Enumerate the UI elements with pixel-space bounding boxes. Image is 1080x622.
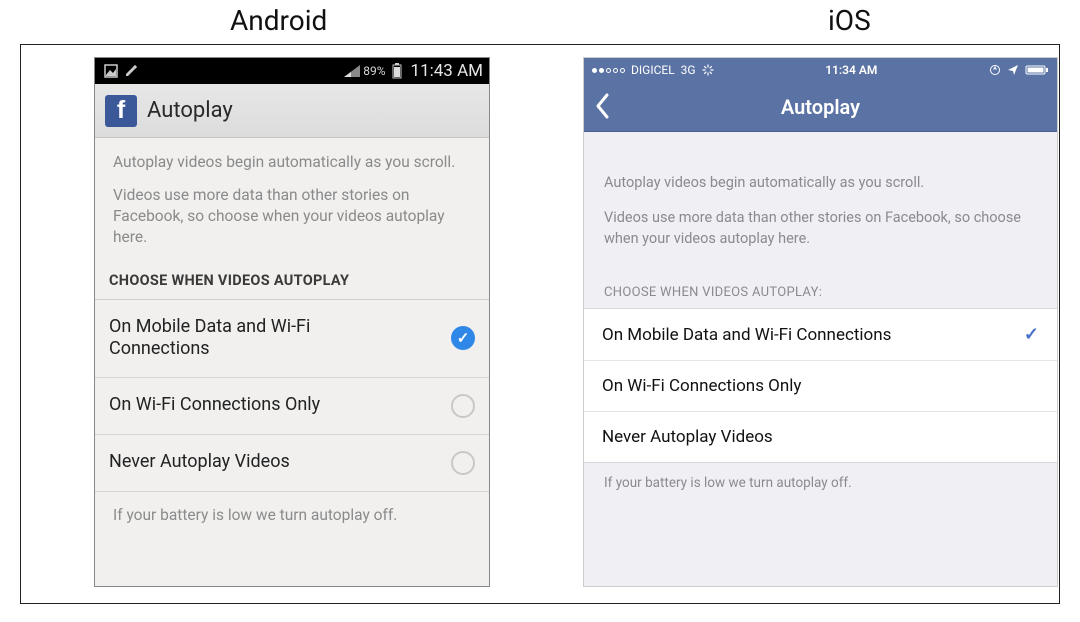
android-statusbar: 89% 11:43 AM [95, 58, 489, 84]
battery-percent: 89% [363, 64, 385, 78]
options-group: On Mobile Data and Wi-Fi Connections ✓ O… [584, 308, 1057, 463]
option-label: Never Autoplay Videos [109, 451, 451, 474]
autoplay-option-never[interactable]: Never Autoplay Videos [95, 435, 489, 492]
autoplay-option-mobile-wifi[interactable]: On Mobile Data and Wi-Fi Connections ✓ [584, 309, 1057, 361]
footer-note: If your battery is low we turn autoplay … [95, 492, 489, 538]
page-title: Autoplay [147, 98, 233, 123]
checkmark-icon: ✓ [1024, 324, 1039, 345]
location-icon [989, 64, 1001, 76]
option-label: On Wi-Fi Connections Only [109, 394, 451, 417]
radio-unchecked-icon[interactable] [451, 394, 475, 418]
back-button[interactable] [594, 92, 610, 125]
android-screen: 89% 11:43 AM f Autoplay Autoplay videos … [94, 57, 490, 587]
description-text: Autoplay videos begin automatically as y… [95, 138, 489, 264]
footer-note: If your battery is low we turn autoplay … [584, 463, 1057, 503]
status-time: 11:34 AM [825, 63, 877, 77]
location-arrow-icon [1007, 64, 1019, 76]
android-titlebar: f Autoplay [95, 84, 489, 138]
section-heading: CHOOSE WHEN VIDEOS AUTOPLAY: [584, 267, 1057, 308]
radio-checked-icon[interactable]: ✓ [451, 326, 475, 350]
android-heading: Android [230, 4, 327, 37]
option-label: On Mobile Data and Wi-Fi Connections [109, 316, 451, 361]
option-label: On Wi-Fi Connections Only [602, 376, 1039, 396]
ios-heading: iOS [828, 4, 871, 37]
loading-icon [702, 64, 714, 76]
ios-navbar: Autoplay [584, 82, 1057, 132]
signal-dots-icon [592, 68, 625, 73]
battery-icon [392, 63, 402, 79]
ios-statusbar: DIGICEL 3G 11:34 AM [584, 58, 1057, 82]
radio-unchecked-icon[interactable] [451, 451, 475, 475]
image-icon [104, 64, 118, 78]
option-label: On Mobile Data and Wi-Fi Connections [602, 325, 1024, 345]
autoplay-option-mobile-wifi[interactable]: On Mobile Data and Wi-Fi Connections ✓ [95, 300, 489, 378]
page-title: Autoplay [781, 95, 860, 119]
edit-icon [124, 64, 138, 78]
facebook-logo-icon: f [105, 95, 137, 127]
ios-screen: DIGICEL 3G 11:34 AM [583, 57, 1058, 587]
signal-icon [344, 65, 360, 77]
status-time: 11:43 AM [411, 61, 483, 81]
description-text: Autoplay videos begin automatically as y… [584, 132, 1057, 267]
battery-icon [1025, 64, 1049, 76]
autoplay-option-wifi-only[interactable]: On Wi-Fi Connections Only [584, 361, 1057, 412]
comparison-frame: 89% 11:43 AM f Autoplay Autoplay videos … [20, 44, 1060, 604]
option-label: Never Autoplay Videos [602, 427, 1039, 447]
autoplay-option-wifi-only[interactable]: On Wi-Fi Connections Only [95, 378, 489, 435]
autoplay-option-never[interactable]: Never Autoplay Videos [584, 412, 1057, 462]
carrier-label: DIGICEL [631, 63, 675, 77]
network-label: 3G [681, 63, 696, 77]
section-heading: CHOOSE WHEN VIDEOS AUTOPLAY [95, 264, 489, 300]
